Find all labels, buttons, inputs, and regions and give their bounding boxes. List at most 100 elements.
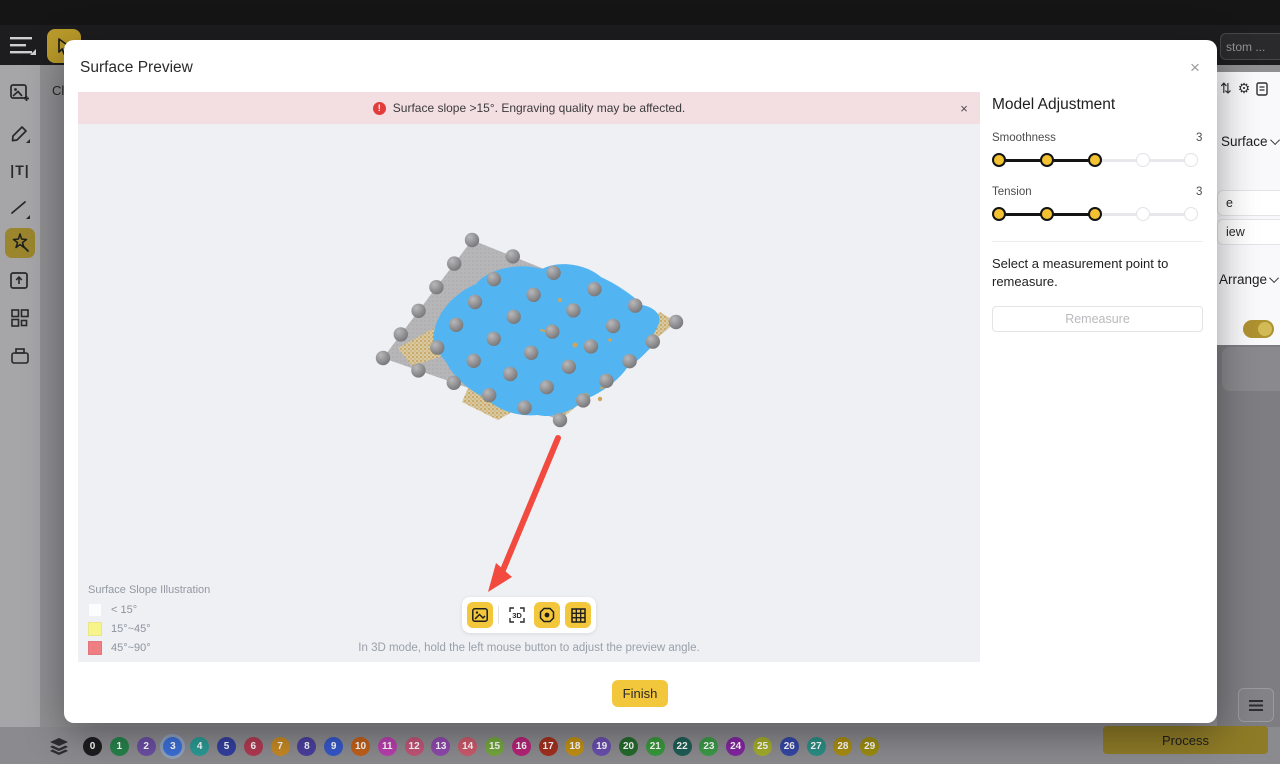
layer-chip-1[interactable]: 1	[109, 737, 129, 756]
panel-toggle[interactable]	[1243, 320, 1274, 338]
measurement-point[interactable]	[411, 303, 426, 318]
list-view-button[interactable]	[1238, 688, 1274, 722]
layer-chip-12[interactable]: 12	[404, 737, 424, 756]
layer-chip-11[interactable]: 11	[377, 737, 397, 756]
slider-stop-4[interactable]	[1136, 207, 1150, 221]
preview-button-partial[interactable]: iew	[1217, 219, 1280, 245]
layer-chip-2[interactable]: 2	[136, 737, 156, 756]
measurement-point[interactable]	[506, 309, 521, 324]
measurement-point[interactable]	[539, 380, 554, 395]
layer-chip-26[interactable]: 26	[779, 737, 799, 756]
finish-button[interactable]: Finish	[612, 680, 668, 707]
dialog-close-button[interactable]: ×	[1185, 58, 1205, 78]
measurement-point[interactable]	[645, 334, 660, 349]
grid-mode-button[interactable]	[565, 602, 591, 628]
layer-chip-7[interactable]: 7	[270, 737, 290, 756]
measurement-point[interactable]	[446, 375, 461, 390]
warning-banner: ! Surface slope >15°. Engraving quality …	[78, 92, 980, 124]
measurement-point[interactable]	[486, 331, 501, 346]
sort-icon[interactable]: ⇅	[1220, 80, 1232, 97]
arrange-dropdown[interactable]: Arrange	[1219, 272, 1280, 287]
material-tool[interactable]	[8, 344, 32, 368]
measurement-point[interactable]	[375, 350, 391, 366]
layer-chip-17[interactable]: 17	[538, 737, 558, 756]
measurement-point[interactable]	[599, 373, 614, 388]
smoothness-slider[interactable]	[992, 153, 1198, 167]
document-icon[interactable]	[1256, 82, 1268, 96]
slider-stop-2[interactable]	[1040, 207, 1054, 221]
layer-chip-21[interactable]: 21	[645, 737, 665, 756]
layer-chip-25[interactable]: 25	[753, 737, 772, 756]
components-tool[interactable]	[8, 306, 32, 330]
measure-button-partial[interactable]: e	[1217, 190, 1280, 216]
warning-text: Surface slope >15°. Engraving quality ma…	[392, 101, 686, 115]
measurement-point[interactable]	[503, 366, 518, 382]
ai-tool-selected[interactable]	[5, 228, 35, 258]
slider-stop-3[interactable]	[1088, 153, 1102, 167]
layer-chip-15[interactable]: 15	[485, 737, 504, 756]
layer-chip-22[interactable]: 22	[672, 737, 692, 756]
points-mode-button[interactable]	[534, 602, 561, 628]
measurement-point[interactable]	[587, 282, 602, 297]
measurement-point[interactable]	[464, 232, 480, 248]
surface-mode-dropdown[interactable]: Surface	[1221, 134, 1280, 149]
measurement-point[interactable]	[668, 314, 684, 330]
layer-chip-10[interactable]: 10	[351, 737, 370, 756]
slider-stop-5[interactable]	[1184, 153, 1198, 167]
measurement-point[interactable]	[505, 249, 520, 264]
custom-preset-dropdown[interactable]: stom ...	[1220, 33, 1280, 60]
measurement-point[interactable]	[583, 339, 599, 354]
slider-stop-4[interactable]	[1136, 153, 1150, 167]
measurement-point[interactable]	[430, 340, 445, 355]
remeasure-button[interactable]: Remeasure	[992, 306, 1203, 332]
main-menu-button[interactable]	[10, 36, 36, 56]
warning-close-button[interactable]: ×	[956, 100, 972, 116]
import-tool[interactable]	[8, 269, 32, 293]
image-mode-button[interactable]	[467, 602, 493, 628]
slider-stop-1[interactable]	[992, 207, 1006, 221]
measurement-point[interactable]	[576, 393, 591, 408]
measurement-point[interactable]	[566, 303, 581, 318]
measurement-point[interactable]	[393, 327, 408, 342]
measurement-point[interactable]	[447, 256, 462, 271]
measurement-point[interactable]	[482, 388, 497, 403]
layer-chip-0[interactable]: 0	[83, 737, 102, 756]
measurement-point[interactable]	[545, 324, 560, 339]
tension-slider[interactable]	[992, 207, 1198, 221]
measurement-point[interactable]	[517, 400, 532, 415]
measurement-point[interactable]	[622, 354, 637, 369]
measurement-point[interactable]	[448, 317, 464, 332]
text-tool[interactable]: |T|	[8, 158, 32, 182]
slider-stop-3[interactable]	[1088, 207, 1102, 221]
measurement-point[interactable]	[486, 272, 502, 287]
process-button[interactable]: Process	[1103, 726, 1268, 754]
measurement-point[interactable]	[605, 318, 621, 334]
layer-chip-5[interactable]: 5	[217, 737, 236, 756]
measurement-point[interactable]	[524, 345, 539, 360]
slider-stop-5[interactable]	[1184, 207, 1198, 221]
measurement-point[interactable]	[467, 294, 483, 310]
layer-chip-27[interactable]: 27	[806, 737, 826, 756]
shape-tool[interactable]	[8, 197, 32, 221]
measurement-point[interactable]	[429, 280, 444, 295]
layer-chip-6[interactable]: 6	[243, 737, 263, 756]
insert-image-tool[interactable]	[8, 81, 32, 105]
layers-button[interactable]	[50, 738, 68, 755]
measurement-point[interactable]	[561, 359, 577, 374]
measurement-point[interactable]	[411, 363, 426, 378]
surface-3d-view[interactable]	[78, 124, 980, 662]
measurement-point[interactable]	[546, 265, 561, 280]
image-icon	[471, 608, 488, 622]
legend-title: Surface Slope Illustration	[88, 584, 211, 596]
measurement-point[interactable]	[466, 353, 481, 368]
layer-chip-16[interactable]: 16	[511, 737, 531, 756]
3d-mode-button[interactable]: 3D	[504, 602, 530, 628]
slider-stop-1[interactable]	[992, 153, 1006, 167]
measurement-point[interactable]	[628, 298, 643, 313]
measurement-point[interactable]	[526, 287, 541, 302]
layer-chip-20[interactable]: 20	[619, 737, 638, 756]
slider-stop-2[interactable]	[1040, 153, 1054, 167]
gear-icon[interactable]: ⚙	[1238, 80, 1251, 97]
measurement-point[interactable]	[552, 412, 568, 428]
draw-tool[interactable]	[8, 121, 32, 145]
